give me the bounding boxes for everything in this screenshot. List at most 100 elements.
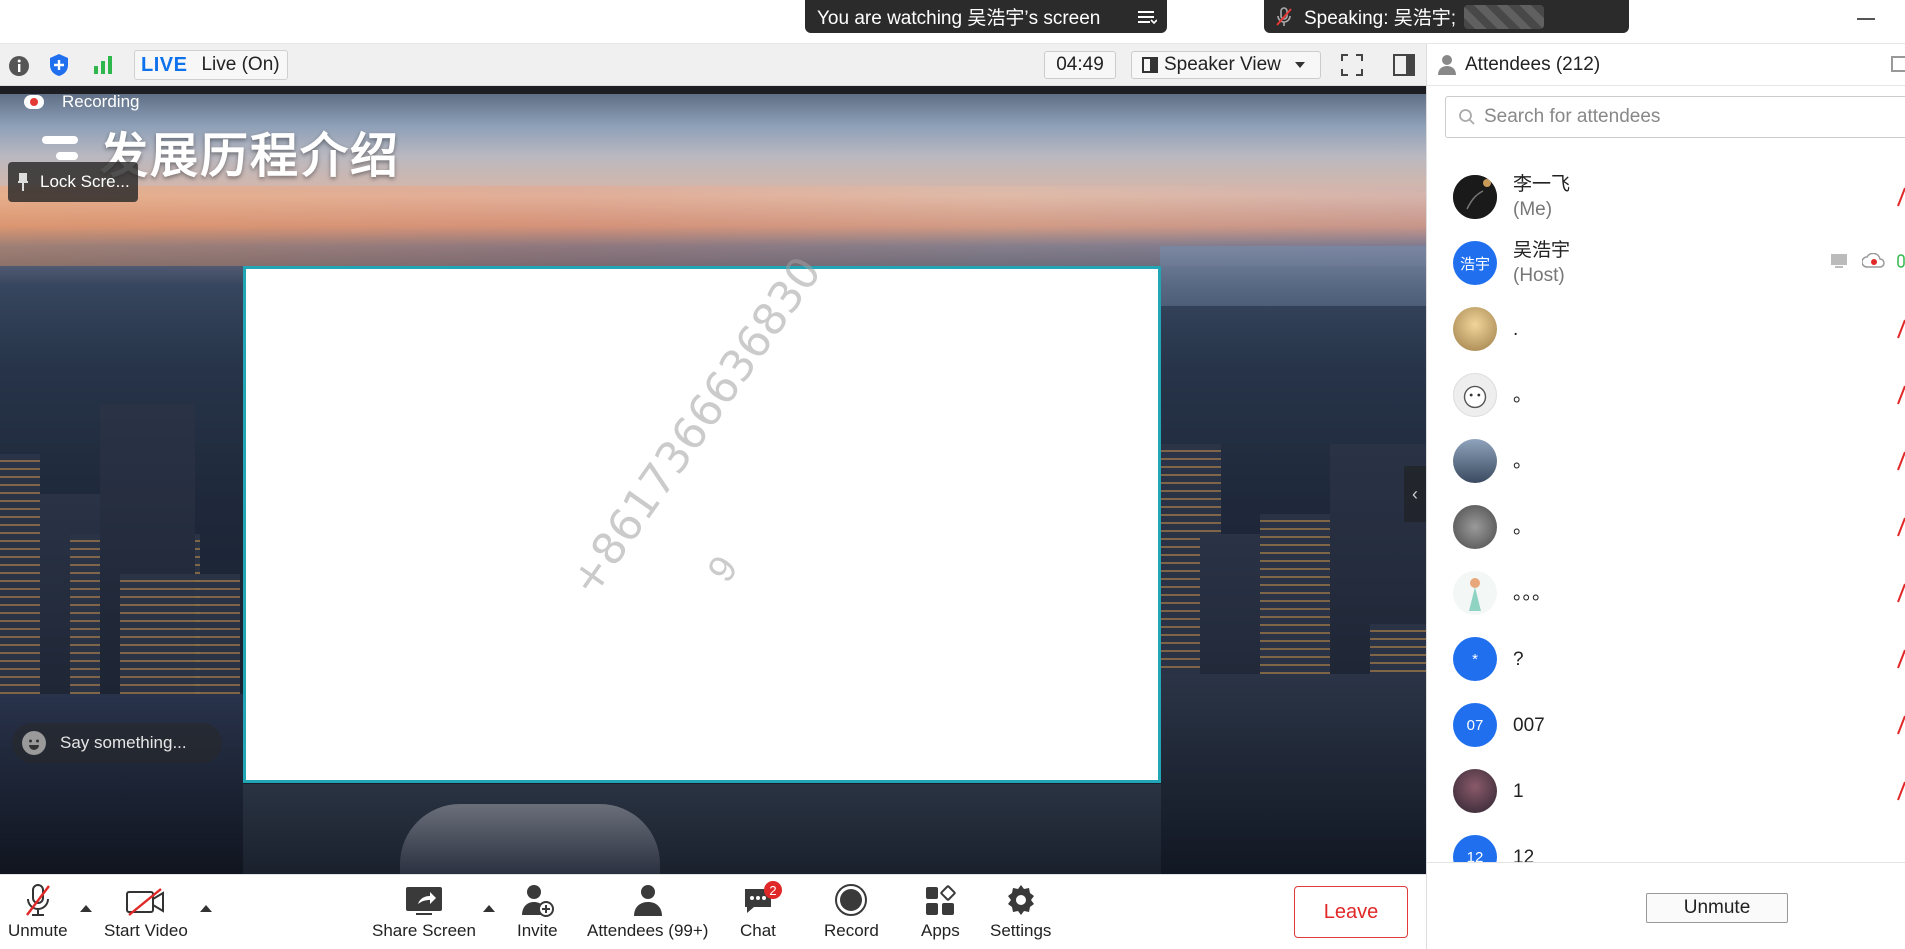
live-status-button[interactable]: LIVE Live (On)	[134, 50, 288, 80]
say-placeholder: Say something...	[60, 733, 187, 752]
invite-label: Invite	[517, 921, 558, 940]
viewing-banner[interactable]: You are watching 吴浩宇’s screen	[805, 0, 1167, 33]
audio-options-caret[interactable]	[80, 905, 92, 912]
attendees-header: Attendees (212)	[1427, 44, 1905, 86]
avatar: 07	[1453, 703, 1497, 747]
attendee-name: .	[1513, 318, 1519, 340]
recording-indicator: Recording	[24, 92, 140, 112]
speaking-indicator: Speaking: 吴浩宇;	[1264, 0, 1629, 33]
say-something-input[interactable]: Say something...	[12, 723, 222, 763]
popout-icon[interactable]	[1891, 56, 1905, 72]
record-button[interactable]: Record	[824, 883, 879, 941]
leave-button[interactable]: Leave	[1294, 886, 1408, 938]
mic-icon[interactable]	[1896, 252, 1905, 274]
panel-toggle-icon[interactable]	[1392, 53, 1416, 77]
attendee-row[interactable]: 07 007	[1427, 692, 1905, 758]
live-status-text: Live (On)	[201, 54, 280, 75]
emoji-icon[interactable]	[22, 731, 46, 755]
minimize-icon[interactable]	[1857, 18, 1875, 20]
fullscreen-icon[interactable]	[1340, 53, 1364, 77]
info-icon[interactable]	[8, 55, 30, 77]
signal-icon[interactable]	[92, 54, 114, 76]
attendee-name: 007	[1513, 714, 1545, 736]
attendee-name: 1	[1513, 780, 1524, 802]
attendees-title: Attendees (212)	[1465, 53, 1601, 75]
view-mode-dropdown[interactable]: Speaker View	[1131, 51, 1321, 79]
video-off-icon	[125, 883, 167, 917]
muted-mic-icon[interactable]	[1896, 780, 1905, 802]
attendees-label: Attendees (99+)	[587, 921, 709, 940]
muted-mic-icon[interactable]	[1896, 714, 1905, 736]
meeting-window: You are watching 吴浩宇’s screen Speaking: …	[0, 0, 1905, 949]
record-label: Record	[824, 921, 879, 940]
chat-label: Chat	[740, 921, 776, 940]
avatar	[1453, 571, 1497, 615]
attendees-button[interactable]: Attendees (99+)	[587, 883, 708, 941]
attendee-row[interactable]: * ?	[1427, 626, 1905, 692]
share-options-caret[interactable]	[483, 905, 495, 912]
share-screen-icon	[404, 883, 444, 917]
cloud-record-icon	[1861, 252, 1886, 274]
invite-button[interactable]: Invite	[517, 883, 558, 941]
collapse-arrow-icon[interactable]: ‹	[1404, 466, 1426, 522]
settings-button[interactable]: Settings	[990, 883, 1051, 941]
unmute-button[interactable]: Unmute	[8, 883, 68, 941]
lock-screen-button[interactable]: Lock Scre...	[8, 162, 138, 202]
attendee-row[interactable]: 。。。	[1427, 560, 1905, 626]
pin-icon	[18, 172, 28, 192]
title-bar: You are watching 吴浩宇’s screen Speaking: …	[0, 0, 1905, 44]
start-video-button[interactable]: Start Video	[104, 883, 188, 941]
viewing-text: You are watching 吴浩宇’s screen	[817, 8, 1101, 29]
avatar: *	[1453, 637, 1497, 681]
muted-mic-icon[interactable]	[1896, 318, 1905, 340]
avatar: 浩宇	[1453, 241, 1497, 285]
blurred-name	[1464, 4, 1545, 29]
recording-label: Recording	[62, 92, 140, 111]
apps-label: Apps	[921, 921, 960, 940]
avatar: 12	[1453, 835, 1497, 864]
panel-unmute-button[interactable]: Unmute	[1646, 893, 1788, 923]
attendee-row[interactable]: 。	[1427, 494, 1905, 560]
meeting-toolbar: Unmute Start Video Share Screen Invite A…	[0, 874, 1426, 949]
invite-icon	[520, 883, 555, 917]
attendee-row[interactable]: 浩宇 吴浩宇 (Host)	[1427, 230, 1905, 296]
apps-button[interactable]: Apps	[921, 883, 960, 941]
video-options-caret[interactable]	[200, 905, 212, 912]
attendee-row[interactable]: 12 12	[1427, 824, 1905, 864]
attendee-row[interactable]: .	[1427, 296, 1905, 362]
shared-screen-frame[interactable]	[243, 266, 1161, 783]
attendee-name: 。。。	[1513, 582, 1552, 604]
meeting-info-bar: LIVE Live (On) 04:49 Speaker View	[0, 44, 1426, 86]
muted-mic-icon[interactable]	[1896, 450, 1905, 472]
start-video-label: Start Video	[104, 921, 188, 940]
view-options-icon[interactable]	[1135, 6, 1158, 28]
avatar	[1453, 439, 1497, 483]
avatar	[1453, 175, 1497, 219]
attendees-footer: Unmute	[1427, 862, 1905, 949]
muted-mic-icon[interactable]	[1896, 186, 1905, 208]
attendee-row[interactable]: 1	[1427, 758, 1905, 824]
shield-icon[interactable]	[48, 53, 70, 77]
host-status-icons	[1830, 252, 1886, 274]
chat-unread-badge: 2	[764, 881, 782, 899]
muted-mic-icon[interactable]	[1896, 648, 1905, 670]
muted-mic-icon[interactable]	[1896, 582, 1905, 604]
share-screen-button[interactable]: Share Screen	[372, 883, 476, 941]
attendee-row[interactable]: 。	[1427, 362, 1905, 428]
apps-icon	[924, 883, 957, 917]
view-mode-label: Speaker View	[1164, 54, 1281, 75]
attendee-name: 。	[1513, 516, 1533, 538]
attendee-name: 吴浩宇 (Host)	[1513, 240, 1571, 286]
cloud-record-icon	[24, 95, 44, 109]
muted-mic-icon[interactable]	[1896, 516, 1905, 538]
attendees-panel: Attendees (212) Search for attendees 李一飞…	[1426, 44, 1905, 949]
muted-mic-icon	[23, 883, 53, 917]
attendee-search-input[interactable]: Search for attendees	[1445, 96, 1905, 138]
attendee-row[interactable]: 李一飞 (Me)	[1427, 164, 1905, 230]
meeting-timer: 04:49	[1044, 51, 1116, 79]
muted-mic-icon[interactable]	[1896, 384, 1905, 406]
sharing-screen-icon	[1830, 253, 1848, 274]
video-stage[interactable]: Recording 发展历程介绍 Lock Scre... +861736663…	[0, 86, 1426, 874]
person-icon	[1437, 54, 1457, 76]
attendee-row[interactable]: 。	[1427, 428, 1905, 494]
